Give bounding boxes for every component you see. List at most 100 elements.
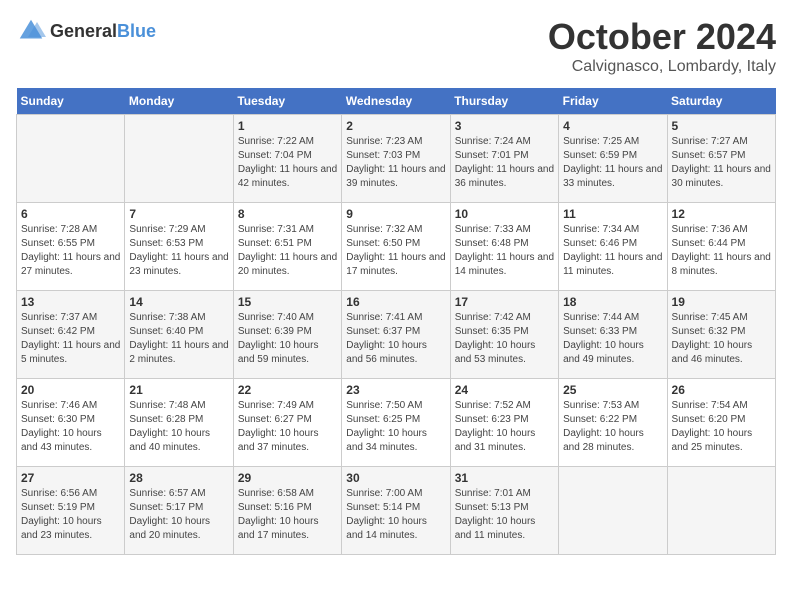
table-row: 2 Sunrise: 7:23 AM Sunset: 7:03 PM Daylig… — [342, 115, 450, 203]
day-info: Sunrise: 6:57 AM Sunset: 5:17 PM Dayligh… — [129, 487, 228, 543]
table-row: 5 Sunrise: 7:27 AM Sunset: 6:57 PM Daylig… — [667, 115, 775, 203]
day-info: Sunrise: 6:56 AM Sunset: 5:19 PM Dayligh… — [21, 487, 120, 543]
month-title: October 2024 — [548, 16, 776, 58]
day-info: Sunrise: 7:28 AM Sunset: 6:55 PM Dayligh… — [21, 223, 120, 279]
table-row: 11Sunrise: 7:34 AM Sunset: 6:46 PM Dayli… — [559, 203, 667, 291]
day-info: Sunrise: 7:49 AM Sunset: 6:27 PM Dayligh… — [238, 399, 337, 455]
logo-blue: Blue — [117, 21, 156, 41]
day-info: Sunrise: 7:53 AM Sunset: 6:22 PM Dayligh… — [563, 399, 662, 455]
day-info: Sunrise: 7:22 AM Sunset: 7:04 PM Dayligh… — [238, 135, 337, 191]
day-number: 2 — [346, 119, 445, 133]
table-row: 16 Sunrise: 7:41 AM Sunset: 6:37 PM Dayli… — [342, 291, 450, 379]
title-block: October 2024 Calvignasco, Lombardy, Ital… — [548, 16, 776, 76]
table-row: 14 Sunrise: 7:38 AM Sunset: 6:40 PM Dayli… — [125, 291, 233, 379]
day-info: Sunrise: 7:46 AM Sunset: 6:30 PM Dayligh… — [21, 399, 120, 455]
day-info: Sunrise: 7:41 AM Sunset: 6:37 PM Dayligh… — [346, 311, 445, 367]
table-row — [125, 115, 233, 203]
day-info: Sunrise: 7:40 AM Sunset: 6:39 PM Dayligh… — [238, 311, 337, 367]
day-number: 10 — [455, 207, 554, 221]
table-row: 3 Sunrise: 7:24 AM Sunset: 7:01 PM Daylig… — [450, 115, 558, 203]
calendar-week-row: 13 Sunrise: 7:37 AM Sunset: 6:42 PM Dayli… — [17, 291, 776, 379]
day-info: Sunrise: 7:44 AM Sunset: 6:33 PM Dayligh… — [563, 311, 662, 367]
col-saturday: Saturday — [667, 88, 775, 115]
day-number: 24 — [455, 383, 554, 397]
logo-general: General — [50, 21, 117, 41]
day-number: 28 — [129, 471, 228, 485]
day-number: 20 — [21, 383, 120, 397]
day-number: 1 — [238, 119, 337, 133]
table-row: 10 Sunrise: 7:33 AM Sunset: 6:48 PM Dayli… — [450, 203, 558, 291]
day-info: Sunrise: 7:25 AM Sunset: 6:59 PM Dayligh… — [563, 135, 662, 191]
table-row: 23 Sunrise: 7:50 AM Sunset: 6:25 PM Dayli… — [342, 379, 450, 467]
table-row — [17, 115, 125, 203]
table-row: 24Sunrise: 7:52 AM Sunset: 6:23 PM Dayli… — [450, 379, 558, 467]
table-row: 26Sunrise: 7:54 AM Sunset: 6:20 PM Dayli… — [667, 379, 775, 467]
day-number: 29 — [238, 471, 337, 485]
table-row: 20 Sunrise: 7:46 AM Sunset: 6:30 PM Dayli… — [17, 379, 125, 467]
day-info: Sunrise: 7:33 AM Sunset: 6:48 PM Dayligh… — [455, 223, 554, 279]
page-header: GeneralBlue October 2024 Calvignasco, Lo… — [16, 16, 776, 76]
col-wednesday: Wednesday — [342, 88, 450, 115]
day-number: 14 — [129, 295, 228, 309]
day-info: Sunrise: 7:27 AM Sunset: 6:57 PM Dayligh… — [672, 135, 771, 191]
day-info: Sunrise: 7:24 AM Sunset: 7:01 PM Dayligh… — [455, 135, 554, 191]
calendar-week-row: 1 Sunrise: 7:22 AM Sunset: 7:04 PM Daylig… — [17, 115, 776, 203]
day-number: 3 — [455, 119, 554, 133]
col-monday: Monday — [125, 88, 233, 115]
table-row: 15 Sunrise: 7:40 AM Sunset: 6:39 PM Dayli… — [233, 291, 341, 379]
day-number: 12 — [672, 207, 771, 221]
day-number: 30 — [346, 471, 445, 485]
table-row: 25 Sunrise: 7:53 AM Sunset: 6:22 PM Dayli… — [559, 379, 667, 467]
day-number: 7 — [129, 207, 228, 221]
table-row: 28 Sunrise: 6:57 AM Sunset: 5:17 PM Dayli… — [125, 467, 233, 555]
calendar-week-row: 6 Sunrise: 7:28 AM Sunset: 6:55 PM Daylig… — [17, 203, 776, 291]
table-row: 18 Sunrise: 7:44 AM Sunset: 6:33 PM Dayli… — [559, 291, 667, 379]
day-number: 25 — [563, 383, 662, 397]
day-info: Sunrise: 7:29 AM Sunset: 6:53 PM Dayligh… — [129, 223, 228, 279]
col-thursday: Thursday — [450, 88, 558, 115]
table-row — [667, 467, 775, 555]
table-row: 27Sunrise: 6:56 AM Sunset: 5:19 PM Dayli… — [17, 467, 125, 555]
table-row: 4 Sunrise: 7:25 AM Sunset: 6:59 PM Daylig… — [559, 115, 667, 203]
table-row: 8 Sunrise: 7:31 AM Sunset: 6:51 PM Daylig… — [233, 203, 341, 291]
day-info: Sunrise: 7:23 AM Sunset: 7:03 PM Dayligh… — [346, 135, 445, 191]
table-row: 13 Sunrise: 7:37 AM Sunset: 6:42 PM Dayli… — [17, 291, 125, 379]
table-row: 1 Sunrise: 7:22 AM Sunset: 7:04 PM Daylig… — [233, 115, 341, 203]
table-row: 19Sunrise: 7:45 AM Sunset: 6:32 PM Dayli… — [667, 291, 775, 379]
day-number: 19 — [672, 295, 771, 309]
table-row: 21 Sunrise: 7:48 AM Sunset: 6:28 PM Dayli… — [125, 379, 233, 467]
table-row — [559, 467, 667, 555]
day-info: Sunrise: 7:37 AM Sunset: 6:42 PM Dayligh… — [21, 311, 120, 367]
day-number: 18 — [563, 295, 662, 309]
day-number: 4 — [563, 119, 662, 133]
day-number: 8 — [238, 207, 337, 221]
col-friday: Friday — [559, 88, 667, 115]
col-tuesday: Tuesday — [233, 88, 341, 115]
day-info: Sunrise: 7:48 AM Sunset: 6:28 PM Dayligh… — [129, 399, 228, 455]
logo: GeneralBlue — [16, 16, 156, 46]
table-row: 30Sunrise: 7:00 AM Sunset: 5:14 PM Dayli… — [342, 467, 450, 555]
day-info: Sunrise: 7:31 AM Sunset: 6:51 PM Dayligh… — [238, 223, 337, 279]
day-info: Sunrise: 7:38 AM Sunset: 6:40 PM Dayligh… — [129, 311, 228, 367]
day-number: 31 — [455, 471, 554, 485]
day-number: 21 — [129, 383, 228, 397]
day-number: 9 — [346, 207, 445, 221]
day-info: Sunrise: 7:34 AM Sunset: 6:46 PM Dayligh… — [563, 223, 662, 279]
day-info: Sunrise: 7:01 AM Sunset: 5:13 PM Dayligh… — [455, 487, 554, 543]
table-row: 17Sunrise: 7:42 AM Sunset: 6:35 PM Dayli… — [450, 291, 558, 379]
day-number: 5 — [672, 119, 771, 133]
day-number: 13 — [21, 295, 120, 309]
table-row: 6 Sunrise: 7:28 AM Sunset: 6:55 PM Daylig… — [17, 203, 125, 291]
table-row: 29Sunrise: 6:58 AM Sunset: 5:16 PM Dayli… — [233, 467, 341, 555]
table-row: 9Sunrise: 7:32 AM Sunset: 6:50 PM Daylig… — [342, 203, 450, 291]
day-number: 16 — [346, 295, 445, 309]
calendar-table: Sunday Monday Tuesday Wednesday Thursday… — [16, 88, 776, 555]
day-info: Sunrise: 7:42 AM Sunset: 6:35 PM Dayligh… — [455, 311, 554, 367]
day-number: 6 — [21, 207, 120, 221]
table-row: 31 Sunrise: 7:01 AM Sunset: 5:13 PM Dayli… — [450, 467, 558, 555]
day-number: 26 — [672, 383, 771, 397]
day-number: 15 — [238, 295, 337, 309]
day-info: Sunrise: 7:50 AM Sunset: 6:25 PM Dayligh… — [346, 399, 445, 455]
day-number: 23 — [346, 383, 445, 397]
day-info: Sunrise: 7:36 AM Sunset: 6:44 PM Dayligh… — [672, 223, 771, 279]
